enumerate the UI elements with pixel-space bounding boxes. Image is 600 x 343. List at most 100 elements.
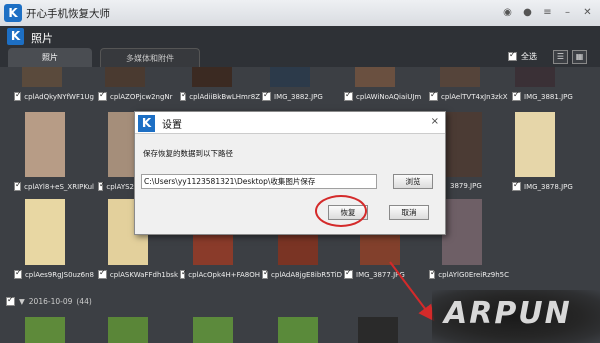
minimize-icon[interactable]: – — [561, 6, 574, 19]
photo-thumb[interactable] — [440, 67, 480, 87]
settings-dialog: K 设置 × 保存恢复的数据到以下路径 C:\Users\yy112358132… — [134, 111, 446, 235]
list-item[interactable]: cplAelTVT4xJn3zkX — [429, 92, 509, 101]
thumb-filename: IMG_3881.JPG — [524, 92, 573, 101]
photo-thumb[interactable] — [193, 317, 233, 343]
photo-thumb[interactable] — [278, 317, 318, 343]
item-checkbox[interactable] — [429, 270, 437, 279]
thumb-filename: cplAdA8jgE8ibR5TiD — [271, 270, 342, 279]
tab-photos[interactable]: 照片 — [8, 48, 92, 67]
section-header: K 照片 — [0, 26, 600, 48]
photo-thumb[interactable] — [192, 67, 232, 87]
select-all[interactable]: 全选 — [508, 50, 537, 62]
photo-thumb[interactable] — [515, 112, 555, 177]
dialog-titlebar: K 设置 × — [135, 112, 445, 134]
thumb-filename: cplAcOpk4H+FA8OH — [188, 270, 260, 279]
item-checkbox[interactable] — [262, 92, 271, 101]
tabs-bar: 照片 多媒体和附件 全选 ☰ ▦ — [0, 48, 600, 67]
select-all-label: 全选 — [521, 52, 537, 61]
thumb-filename: IMG_3877.JPG — [356, 270, 405, 279]
photo-thumb[interactable] — [442, 199, 482, 265]
list-item[interactable]: cplAdA8jgE8ibR5TiD — [262, 270, 342, 279]
list-item[interactable]: cplASKWaFFdh1bsk — [98, 270, 178, 279]
section-logo-icon: K — [7, 28, 24, 45]
list-item[interactable]: cplAes9RgJS0uz6n8 — [14, 270, 94, 279]
photo-thumb[interactable] — [105, 67, 145, 87]
photo-thumb[interactable] — [278, 235, 318, 265]
dialog-title: 设置 — [162, 120, 182, 131]
item-checkbox[interactable] — [344, 270, 353, 279]
app-title: 开心手机恢复大师 — [26, 8, 110, 20]
list-item[interactable]: IMG_3877.JPG — [344, 270, 424, 279]
list-item[interactable]: cplAWiNoAQiaiUJm — [344, 92, 424, 101]
photo-thumb[interactable] — [358, 317, 398, 343]
date-group-count: (44) — [76, 297, 92, 306]
photo-thumb[interactable] — [442, 112, 482, 177]
list-item[interactable]: IMG_3881.JPG — [512, 92, 592, 101]
section-title: 照片 — [31, 32, 53, 45]
item-checkbox[interactable] — [98, 92, 107, 101]
thumb-filename: cplAYlG0EreiRz9h5C — [438, 270, 509, 279]
list-item[interactable]: cplAYlG0EreiRz9h5C — [429, 270, 509, 279]
photo-thumb[interactable] — [360, 235, 400, 265]
collapse-arrow-icon[interactable]: ▼ — [19, 297, 25, 306]
photo-thumb[interactable] — [25, 317, 65, 343]
item-checkbox[interactable] — [180, 92, 188, 101]
thumb-filename: cplAelTVT4xJn3zkX — [441, 92, 508, 101]
list-item[interactable]: cplAZOPjcw2ngNr — [98, 92, 178, 101]
thumb-filename: IMG_3878.JPG — [524, 182, 573, 191]
close-icon[interactable]: ✕ — [581, 6, 594, 19]
tab-media-attachments[interactable]: 多媒体和附件 — [100, 48, 200, 67]
app-logo-icon: K — [4, 4, 22, 22]
dialog-message: 保存恢复的数据到以下路径 — [143, 149, 233, 158]
title-bar: K 开心手机恢复大师 ◉ ● ≡ – ✕ — [0, 0, 600, 26]
item-checkbox[interactable] — [429, 92, 438, 101]
wechat-icon[interactable]: ◉ — [501, 6, 514, 19]
watermark: ARPUN — [432, 290, 600, 343]
menu-icon[interactable]: ≡ — [541, 6, 554, 19]
list-view-icon[interactable]: ☰ — [553, 50, 568, 64]
photo-thumb[interactable] — [25, 112, 65, 177]
list-item[interactable]: cplAYS2 — [98, 182, 134, 191]
thumb-filename: cplAWiNoAQiaiUJm — [356, 92, 422, 101]
item-checkbox[interactable] — [14, 270, 22, 279]
item-checkbox[interactable] — [344, 92, 353, 101]
grid-view-icon[interactable]: ▦ — [572, 50, 587, 64]
date-group-checkbox[interactable] — [6, 295, 15, 306]
watermark-text: ARPUN — [444, 296, 572, 331]
browse-button[interactable]: 浏览 — [393, 174, 433, 189]
date-group-header[interactable]: ▼ 2016-10-09 (44) — [6, 295, 92, 306]
photo-thumb[interactable] — [515, 67, 555, 87]
item-checkbox[interactable] — [180, 270, 188, 279]
list-item[interactable]: IMG_3882.JPG — [262, 92, 342, 101]
item-checkbox[interactable] — [98, 182, 106, 191]
save-path-field[interactable]: C:\Users\yy1123581321\Desktop\收集图片保存 — [141, 174, 377, 189]
photo-thumb[interactable] — [22, 67, 62, 87]
list-item[interactable]: IMG_3878.JPG — [512, 182, 592, 191]
photo-thumb[interactable] — [355, 67, 395, 87]
dialog-logo-icon: K — [138, 115, 155, 132]
thumb-filename: 3879.JPG — [450, 182, 482, 190]
close-icon[interactable]: × — [431, 116, 439, 127]
item-checkbox[interactable] — [512, 182, 521, 191]
list-item[interactable]: cplAcOpk4H+FA8OH — [180, 270, 260, 279]
select-all-checkbox[interactable] — [508, 50, 517, 61]
item-checkbox[interactable] — [98, 270, 107, 279]
photo-thumb[interactable] — [193, 235, 233, 265]
thumb-filename: cplASKWaFFdh1bsk — [109, 270, 178, 279]
date-group-label: 2016-10-09 — [28, 297, 73, 306]
cancel-button[interactable]: 取消 — [389, 205, 429, 220]
photo-thumb[interactable] — [270, 67, 310, 87]
list-item[interactable]: cplAdQkyNYfWF1Ug — [14, 92, 94, 101]
user-icon[interactable]: ● — [521, 6, 534, 19]
item-checkbox[interactable] — [262, 270, 270, 279]
item-checkbox[interactable] — [14, 92, 22, 101]
list-item[interactable]: cplAYl8+eS_XRIPKul — [14, 182, 94, 191]
list-item[interactable]: 3879.JPG — [450, 182, 500, 190]
photo-thumb[interactable] — [108, 317, 148, 343]
thumb-filename: cplAdQkyNYfWF1Ug — [24, 92, 94, 101]
item-checkbox[interactable] — [14, 182, 22, 191]
window-controls: ◉ ● ≡ – ✕ — [501, 6, 594, 19]
list-item[interactable]: cplAdiiBkBwLHmr8Z — [180, 92, 260, 101]
item-checkbox[interactable] — [512, 92, 521, 101]
photo-thumb[interactable] — [25, 199, 65, 265]
